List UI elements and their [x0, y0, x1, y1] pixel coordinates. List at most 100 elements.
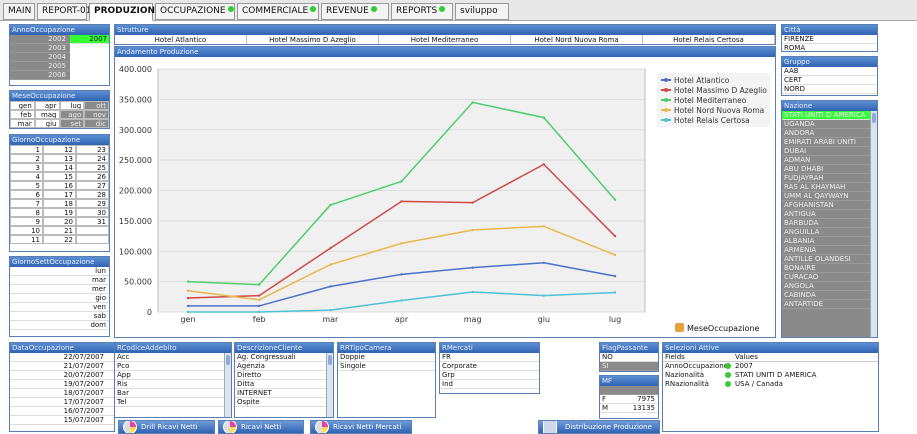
data-item[interactable]: 20/07/2007: [10, 371, 114, 380]
strutture-item[interactable]: Hotel Mediterraneo: [379, 35, 511, 44]
nazione-item[interactable]: ADMAN: [782, 156, 877, 165]
data-item[interactable]: 17/07/2007: [10, 398, 114, 407]
giorno-cell[interactable]: 10: [10, 226, 43, 235]
cliente-scrollbar[interactable]: [326, 353, 333, 417]
mercati-item[interactable]: Grp: [440, 371, 539, 380]
mercati-item[interactable]: FR: [440, 353, 539, 362]
nazione-item[interactable]: ANTARTIDE: [782, 300, 877, 309]
gruppo-item[interactable]: AAB: [782, 67, 877, 76]
cliente-item[interactable]: Ditta: [235, 380, 333, 389]
distribuzione-produzione-button[interactable]: Distribuzione Produzione: [538, 420, 660, 434]
giorno-cell[interactable]: 13: [43, 154, 76, 163]
giorno-cell[interactable]: 4: [10, 172, 43, 181]
nazione-item[interactable]: ANGOLA: [782, 282, 877, 291]
cliente-item[interactable]: INTERNET: [235, 389, 333, 398]
tab-revenue[interactable]: REVENUE: [321, 3, 389, 20]
cliente-item[interactable]: Agenzia: [235, 362, 333, 371]
codice-item[interactable]: Bar: [115, 389, 231, 398]
giorno-cell[interactable]: 28: [76, 190, 109, 199]
tab-occupazione[interactable]: OCCUPAZIONE: [155, 3, 235, 20]
giorno-cell[interactable]: 15: [43, 172, 76, 181]
mese-cell[interactable]: apr: [34, 101, 60, 110]
nazione-item[interactable]: UGANDA: [782, 120, 877, 129]
giorno-cell[interactable]: 18: [43, 199, 76, 208]
codice-item[interactable]: App: [115, 371, 231, 380]
giorno-cell[interactable]: 25: [76, 163, 109, 172]
giorno-cell[interactable]: 24: [76, 154, 109, 163]
giorno-cell[interactable]: 29: [76, 199, 109, 208]
giorno-cell[interactable]: 7: [10, 199, 43, 208]
data-item[interactable]: 16/07/2007: [10, 407, 114, 416]
giorno-cell[interactable]: 20: [43, 217, 76, 226]
gruppo-item[interactable]: NORD: [782, 85, 877, 94]
nazione-selected[interactable]: STATI UNITI D AMERICA: [782, 111, 877, 120]
strutture-item[interactable]: Hotel Relais Certosa: [643, 35, 775, 44]
nazione-item[interactable]: EMIRATI ARABI UNITI: [782, 138, 877, 147]
giorno-listbox[interactable]: GiornoOccupazione 1 12 23 2 13 24 3 14 25 4 15 26 5 1…: [9, 134, 110, 252]
codice-scrollbar[interactable]: [224, 353, 231, 417]
flag-item[interactable]: NO: [600, 353, 658, 362]
camera-item[interactable]: Doppie: [338, 353, 435, 362]
nazione-item[interactable]: DUBAI: [782, 147, 877, 156]
tab-sviluppo[interactable]: sviluppo: [455, 3, 509, 20]
strutture-item[interactable]: Hotel Massimo D Azeglio: [247, 35, 379, 44]
giorno-cell[interactable]: 12: [43, 145, 76, 154]
anno-item[interactable]: 2006: [10, 71, 70, 80]
giorno-cell[interactable]: [76, 226, 109, 235]
giorno-cell[interactable]: 8: [10, 208, 43, 217]
nazione-listbox[interactable]: Nazione STATI UNITI D AMERICA UGANDA ANDO…: [781, 100, 878, 338]
codice-item[interactable]: Pco: [115, 362, 231, 371]
nazione-item[interactable]: ABU DHABI: [782, 165, 877, 174]
nazione-item[interactable]: ANDORA: [782, 129, 877, 138]
mese-cell[interactable]: feb: [10, 110, 35, 119]
codice-item[interactable]: Ris: [115, 380, 231, 389]
nazione-item[interactable]: UMM AL QAYWAYN: [782, 192, 877, 201]
cliente-item[interactable]: Ospite: [235, 398, 333, 407]
nazione-scrollbar[interactable]: [870, 111, 877, 337]
giorno-cell[interactable]: 23: [76, 145, 109, 154]
tab-commerciale[interactable]: COMMERCIALE: [237, 3, 319, 20]
codice-item[interactable]: Acc: [115, 353, 231, 362]
data-item[interactable]: 21/07/2007: [10, 362, 114, 371]
giorno-cell[interactable]: 16: [43, 181, 76, 190]
mese-cell[interactable]: ago: [59, 110, 85, 119]
mese-cell[interactable]: lug: [59, 101, 85, 110]
mese-cell[interactable]: mag: [34, 110, 60, 119]
mercati-item[interactable]: Corporate: [440, 362, 539, 371]
ricavi-netti-mercati-button[interactable]: Ricavi Netti Mercati: [310, 420, 412, 434]
gruppo-listbox[interactable]: Gruppo AAB CERT NORD: [781, 56, 878, 96]
giorno-cell[interactable]: 26: [76, 172, 109, 181]
ricavi-netti-button[interactable]: Ricavi Netti: [218, 420, 304, 434]
giornosett-item[interactable]: mar: [10, 276, 109, 285]
mese-cell[interactable]: nov: [84, 110, 109, 119]
mese-cell[interactable]: set: [59, 119, 85, 128]
mese-cell[interactable]: gen: [10, 101, 35, 110]
mf-listbox[interactable]: MF F 7975 M 13135: [599, 375, 659, 419]
citta-item[interactable]: ROMA: [782, 44, 877, 51]
anno-item[interactable]: 2005: [10, 62, 70, 71]
giorno-cell[interactable]: 17: [43, 190, 76, 199]
giorno-cell[interactable]: 19: [43, 208, 76, 217]
strutture-item[interactable]: Hotel Nord Nuova Roma: [511, 35, 643, 44]
nazione-item[interactable]: RAS AL KHAYMAH: [782, 183, 877, 192]
citta-item[interactable]: FIRENZE: [782, 35, 877, 44]
citta-listbox[interactable]: Città FIRENZE ROMA: [781, 24, 878, 52]
anno-selected[interactable]: 2007: [70, 35, 109, 44]
giorno-cell[interactable]: 21: [43, 226, 76, 235]
data-item[interactable]: 22/07/2007: [10, 353, 114, 362]
mercati-listbox[interactable]: RMercati FR Corporate Grp Ind: [439, 342, 540, 394]
giornosett-item[interactable]: lun: [10, 267, 109, 276]
nazione-item[interactable]: CURACAO: [782, 273, 877, 282]
giorno-cell[interactable]: 14: [43, 163, 76, 172]
nazione-item[interactable]: ARMENIA: [782, 246, 877, 255]
giorno-cell[interactable]: 31: [76, 217, 109, 226]
dimension-label[interactable]: MeseOccupazione: [675, 323, 759, 333]
mercati-item[interactable]: Ind: [440, 380, 539, 389]
giorno-cell[interactable]: 6: [10, 190, 43, 199]
giornosett-item[interactable]: mer: [10, 285, 109, 294]
mese-cell[interactable]: dic: [84, 119, 109, 128]
tab-produzione[interactable]: PRODUZIONE: [89, 3, 161, 21]
mf-row[interactable]: F 7975: [600, 395, 658, 404]
cliente-item[interactable]: Ag. Congressuali: [235, 353, 333, 362]
giorno-cell[interactable]: 9: [10, 217, 43, 226]
